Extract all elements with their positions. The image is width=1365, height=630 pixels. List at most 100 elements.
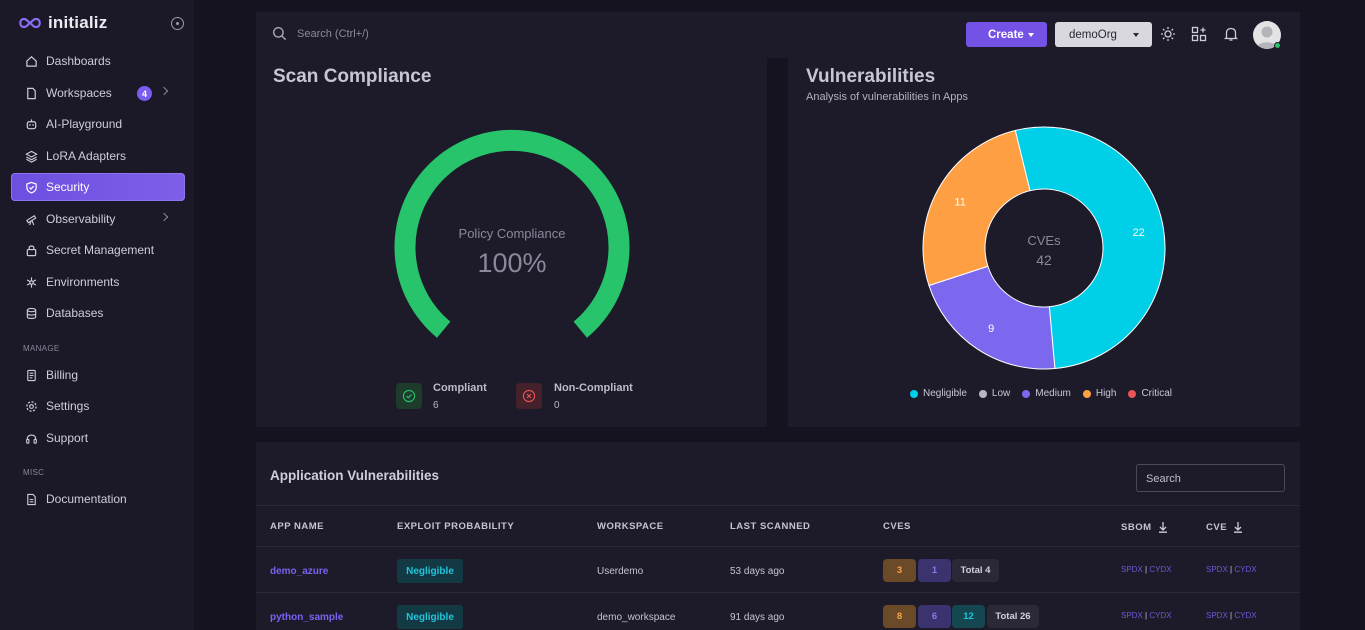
app-vulnerabilities-table: Application Vulnerabilities Search APP N… — [256, 442, 1300, 630]
headset-icon — [24, 431, 38, 445]
vulnerabilities-donut-chart: 22 9 11 — [922, 126, 1166, 370]
cve-high-count: 8 — [883, 605, 916, 628]
robot-icon — [24, 117, 38, 131]
telescope-icon — [24, 212, 38, 226]
sidebar-item-label: Observability — [46, 212, 116, 226]
column-header-exploit-probability[interactable]: EXPLOIT PROBABILITY — [397, 521, 514, 532]
apps-grid-icon[interactable] — [1191, 26, 1207, 42]
sidebar-item-label: Settings — [46, 399, 90, 413]
legend-item-low[interactable]: Low — [978, 388, 1011, 399]
cydx-link[interactable]: CYDX — [1234, 565, 1256, 574]
column-header-app-name[interactable]: APP NAME — [270, 521, 324, 532]
create-label: Create — [988, 28, 1024, 41]
org-label: demoOrg — [1069, 28, 1117, 41]
sidebar-item-lora-adapters[interactable]: LoRA Adapters — [11, 142, 185, 170]
cydx-link[interactable]: CYDX — [1234, 611, 1256, 620]
gauge-value: 100% — [477, 248, 547, 278]
brand-logo[interactable]: initializ — [18, 13, 107, 33]
global-search[interactable]: Search (Ctrl+/) — [272, 26, 369, 41]
shield-icon — [24, 180, 38, 194]
sidebar-item-ai-playground[interactable]: AI-Playground — [11, 110, 185, 138]
snowflake-icon — [24, 275, 38, 289]
cve-links: SPDX | CYDX — [1206, 611, 1257, 620]
column-header-workspace[interactable]: WORKSPACE — [597, 521, 664, 532]
table-divider — [256, 592, 1300, 593]
sidebar-item-databases[interactable]: Databases — [11, 299, 185, 327]
sun-icon[interactable] — [1160, 26, 1176, 42]
exploit-probability-badge: Negligible — [397, 559, 463, 583]
file-icon — [24, 86, 38, 100]
cve-medium-count: 1 — [918, 559, 951, 582]
sidebar-item-label: Dashboards — [46, 54, 111, 68]
sidebar-item-environments[interactable]: Environments — [11, 268, 185, 296]
workspace-cell: Userdemo — [597, 566, 644, 577]
download-icon[interactable] — [1158, 521, 1168, 533]
org-selector[interactable]: demoOrg — [1055, 22, 1152, 47]
chevron-right-icon — [159, 86, 169, 96]
app-name-link[interactable]: python_sample — [270, 612, 343, 623]
vulnerabilities-subtitle: Analysis of vulnerabilities in Apps — [806, 91, 969, 103]
download-icon[interactable] — [1233, 521, 1243, 533]
column-header-cves[interactable]: CVES — [883, 521, 911, 532]
legend-item-high[interactable]: High — [1082, 388, 1117, 399]
sidebar-collapse-button[interactable] — [171, 17, 184, 30]
cve-negligible-count: 12 — [952, 605, 985, 628]
non-compliant-label: Non-Compliant — [554, 382, 633, 394]
legend-label: Medium — [1035, 388, 1071, 399]
home-icon — [24, 54, 38, 68]
legend-label: High — [1095, 388, 1117, 399]
sidebar-item-support[interactable]: Support — [11, 424, 185, 452]
donut-slice-label: 22 — [1133, 227, 1145, 239]
legend-dot — [910, 389, 918, 398]
create-button[interactable]: Create — [966, 22, 1047, 47]
sidebar-item-label: LoRA Adapters — [46, 149, 127, 163]
column-header-last-scanned[interactable]: LAST SCANNED — [730, 521, 810, 532]
cve-total-count: Total 4 — [952, 559, 999, 582]
sidebar-item-settings[interactable]: Settings — [11, 392, 185, 420]
bell-icon[interactable] — [1223, 26, 1239, 42]
search-placeholder: Search (Ctrl+/) — [297, 27, 369, 40]
legend-item-medium[interactable]: Medium — [1022, 388, 1071, 399]
sidebar-item-dashboards[interactable]: Dashboards — [11, 47, 185, 75]
exploit-probability-badge: Negligible — [397, 605, 463, 629]
column-header-cve[interactable]: CVE — [1206, 521, 1243, 533]
cve-header-label: CVE — [1206, 521, 1228, 533]
donut-slice-medium[interactable] — [928, 265, 1056, 370]
sidebar-item-workspaces[interactable]: Workspaces 4 — [11, 79, 185, 107]
legend-item-negligible[interactable]: Negligible — [910, 388, 967, 399]
legend-item-critical[interactable]: Critical — [1128, 388, 1172, 399]
sidebar-item-observability[interactable]: Observability — [11, 205, 185, 233]
document-icon — [24, 492, 38, 506]
sidebar-item-billing[interactable]: Billing — [11, 361, 185, 389]
spdx-link[interactable]: SPDX — [1206, 611, 1228, 620]
donut-center-value: 42 — [1036, 252, 1052, 268]
cydx-link[interactable]: CYDX — [1149, 611, 1171, 620]
sidebar-item-secret-management[interactable]: Secret Management — [11, 236, 185, 264]
column-header-sbom[interactable]: SBOM — [1121, 521, 1168, 533]
sidebar-item-documentation[interactable]: Documentation — [11, 485, 185, 513]
last-scanned-cell: 53 days ago — [730, 566, 785, 577]
spdx-link[interactable]: SPDX — [1206, 565, 1228, 574]
table-divider — [256, 546, 1300, 547]
check-circle-icon — [396, 383, 422, 409]
cve-links: SPDX | CYDX — [1206, 565, 1257, 574]
sidebar-item-label: Workspaces — [46, 86, 112, 100]
table-search-input[interactable]: Search — [1136, 464, 1285, 492]
database-icon — [24, 306, 38, 320]
spdx-link[interactable]: SPDX — [1121, 565, 1143, 574]
sidebar-item-security[interactable]: Security — [11, 173, 185, 201]
infinity-logo-icon — [19, 17, 41, 29]
sbom-header-label: SBOM — [1121, 521, 1152, 533]
scan-compliance-title: Scan Compliance — [273, 66, 432, 87]
legend-dot — [978, 389, 987, 398]
legend-label: Low — [991, 388, 1011, 399]
cve-medium-count: 6 — [918, 605, 951, 628]
sbom-links: SPDX | CYDX — [1121, 611, 1172, 620]
sidebar-item-label: Documentation — [46, 492, 127, 506]
caret-down-icon — [1028, 33, 1034, 37]
spdx-link[interactable]: SPDX — [1121, 611, 1143, 620]
app-name-link[interactable]: demo_azure — [270, 566, 328, 577]
sidebar-item-label: Secret Management — [46, 243, 155, 257]
cydx-link[interactable]: CYDX — [1149, 565, 1171, 574]
gear-icon — [24, 399, 38, 413]
